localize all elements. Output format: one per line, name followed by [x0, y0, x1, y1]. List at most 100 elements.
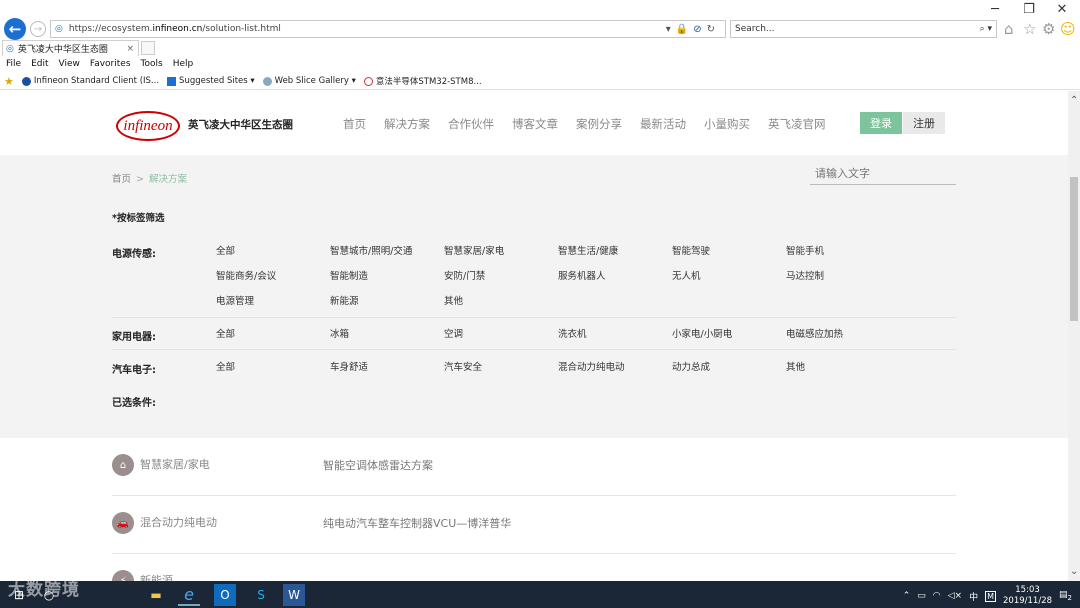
- filter-option[interactable]: 无人机: [672, 268, 701, 282]
- minimize-icon[interactable]: ─: [980, 2, 1010, 17]
- nav-events[interactable]: 最新活动: [640, 116, 686, 132]
- forward-button[interactable]: →: [30, 21, 46, 37]
- filter-panel: 首页 > 解决方案 *按标签筛选 电源传感: 全部 智慧城市/照明/交通 智慧家居/…: [0, 155, 1068, 438]
- notification-icon[interactable]: ▤2: [1059, 590, 1072, 602]
- filter-option[interactable]: 电磁感应加热: [786, 326, 843, 340]
- close-window-icon[interactable]: ✕: [1047, 2, 1077, 17]
- clock[interactable]: 15:03 2019/11/28: [1003, 585, 1052, 607]
- filter-option[interactable]: 其他: [444, 293, 463, 307]
- block-icon[interactable]: ⊘: [693, 24, 701, 35]
- favorites-star-icon[interactable]: ☆: [1023, 20, 1036, 38]
- fav-item-suggested[interactable]: Suggested Sites ▾: [167, 76, 255, 86]
- back-button[interactable]: ←: [4, 18, 26, 40]
- file-explorer-icon[interactable]: ▬: [145, 584, 167, 606]
- ime-indicator[interactable]: 中: [969, 590, 978, 603]
- word-icon[interactable]: W: [283, 584, 305, 606]
- filter-option[interactable]: 新能源: [330, 293, 359, 307]
- tab-close-icon[interactable]: ×: [126, 44, 134, 54]
- nav-blog[interactable]: 博客文章: [512, 116, 558, 132]
- result-title[interactable]: 智能空调体感雷达方案: [323, 457, 433, 473]
- breadcrumb-home[interactable]: 首页: [112, 174, 131, 185]
- filter-option[interactable]: 空调: [444, 326, 463, 340]
- login-button[interactable]: 登录: [860, 112, 902, 134]
- smiley-feedback-icon[interactable]: ☺: [1060, 20, 1076, 38]
- settings-gear-icon[interactable]: ⚙: [1042, 20, 1055, 38]
- filter-option[interactable]: 洗衣机: [558, 326, 587, 340]
- filter-option[interactable]: 智能驾驶: [672, 243, 710, 257]
- outlook-icon[interactable]: O: [214, 584, 236, 606]
- filter-option[interactable]: 其他: [786, 359, 805, 373]
- filter-option[interactable]: 汽车安全: [444, 359, 482, 373]
- home-icon[interactable]: ⌂: [1004, 20, 1014, 38]
- menu-help[interactable]: Help: [173, 59, 194, 69]
- back-arrow-icon: ←: [8, 20, 22, 38]
- filter-option[interactable]: 智慧城市/照明/交通: [330, 243, 412, 257]
- restore-icon[interactable]: ❐: [1014, 2, 1044, 17]
- menu-file[interactable]: File: [6, 59, 21, 69]
- browser-tab-active[interactable]: ◎ 英飞凌大中华区生态圈 ×: [2, 40, 139, 56]
- menu-tools[interactable]: Tools: [141, 59, 163, 69]
- result-row[interactable]: ⚡ 新能源: [112, 554, 956, 581]
- nav-small-purchase[interactable]: 小量购买: [704, 116, 750, 132]
- menu-edit[interactable]: Edit: [31, 59, 48, 69]
- suggested-sites-icon: [167, 76, 177, 86]
- infineon-logo[interactable]: infineon: [116, 111, 180, 141]
- vertical-scrollbar[interactable]: ⌃ ⌄: [1068, 91, 1080, 581]
- filter-option[interactable]: 智慧家居/家电: [444, 243, 504, 257]
- filter-option[interactable]: 服务机器人: [558, 268, 606, 282]
- filter-option[interactable]: 冰箱: [330, 326, 349, 340]
- fav-item-infineon[interactable]: Infineon Standard Client (IS...: [21, 76, 159, 86]
- nav-partners[interactable]: 合作伙伴: [448, 116, 494, 132]
- result-row[interactable]: 🚗 混合动力纯电动 纯电动汽车整车控制器VCU—博洋普华: [112, 496, 956, 554]
- battery-icon[interactable]: ▭: [917, 591, 926, 601]
- filter-option[interactable]: 混合动力纯电动: [558, 359, 625, 373]
- filter-option[interactable]: 全部: [216, 243, 235, 257]
- scroll-thumb[interactable]: [1070, 177, 1078, 321]
- search-input[interactable]: [810, 163, 956, 185]
- fav-item-stm[interactable]: 意法半导体STM32-STM8...: [363, 75, 482, 87]
- filter-option[interactable]: 动力总成: [672, 359, 710, 373]
- menu-view[interactable]: View: [59, 59, 80, 69]
- nav-solutions[interactable]: 解决方案: [384, 116, 430, 132]
- filter-option[interactable]: 智能制造: [330, 268, 368, 282]
- scroll-up-icon[interactable]: ⌃: [1070, 95, 1078, 106]
- filter-option[interactable]: 安防/门禁: [444, 268, 485, 282]
- search-icon[interactable]: ⌕ ▾: [980, 24, 992, 34]
- filter-option[interactable]: 车身舒适: [330, 359, 368, 373]
- menu-favorites[interactable]: Favorites: [90, 59, 131, 69]
- browser-search-box[interactable]: Search... ⌕ ▾: [730, 20, 997, 38]
- filter-option[interactable]: 全部: [216, 326, 235, 340]
- new-tab-button[interactable]: [141, 41, 155, 55]
- filter-option[interactable]: 马达控制: [786, 268, 824, 282]
- filter-option[interactable]: 智能手机: [786, 243, 824, 257]
- scroll-down-icon[interactable]: ⌄: [1070, 566, 1078, 577]
- wifi-icon[interactable]: ◠: [933, 591, 941, 601]
- fav-item-webslice[interactable]: Web Slice Gallery ▾: [262, 76, 356, 86]
- skype-icon[interactable]: S: [250, 584, 272, 606]
- tray-expand-icon[interactable]: ⌃: [903, 591, 911, 601]
- dropdown-icon[interactable]: ▾: [666, 24, 671, 35]
- register-button[interactable]: 注册: [903, 112, 945, 134]
- site-name: 英飞凌大中华区生态圈: [188, 119, 293, 131]
- result-row[interactable]: ⌂ 智慧家居/家电 智能空调体感雷达方案: [112, 438, 956, 496]
- address-bar[interactable]: ◎ https://ecosystem. infineon.cn/solution…: [50, 20, 726, 38]
- volume-icon[interactable]: ◁×: [948, 591, 962, 601]
- result-category[interactable]: 混合动力纯电动: [140, 514, 217, 530]
- lock-icon[interactable]: 🔒: [676, 24, 688, 35]
- refresh-icon[interactable]: ↻: [707, 24, 715, 35]
- filter-option[interactable]: 全部: [216, 359, 235, 373]
- nav-official-site[interactable]: 英飞凌官网: [768, 116, 826, 132]
- filter-option[interactable]: 电源管理: [216, 293, 254, 307]
- favorites-bar-star-icon[interactable]: ★: [4, 75, 14, 88]
- internet-explorer-icon[interactable]: e: [178, 584, 200, 606]
- filter-option[interactable]: 智能商务/会议: [216, 268, 276, 282]
- result-title[interactable]: 纯电动汽车整车控制器VCU—博洋普华: [323, 515, 511, 531]
- filter-group-label: 汽车电子:: [112, 365, 156, 376]
- nav-home[interactable]: 首页: [343, 116, 366, 132]
- nav-cases[interactable]: 案例分享: [576, 116, 622, 132]
- result-category[interactable]: 智慧家居/家电: [140, 456, 210, 472]
- result-category[interactable]: 新能源: [140, 572, 173, 581]
- filter-option[interactable]: 智慧生活/健康: [558, 243, 618, 257]
- ime-mode-icon[interactable]: M: [985, 590, 997, 602]
- filter-option[interactable]: 小家电/小厨电: [672, 326, 732, 340]
